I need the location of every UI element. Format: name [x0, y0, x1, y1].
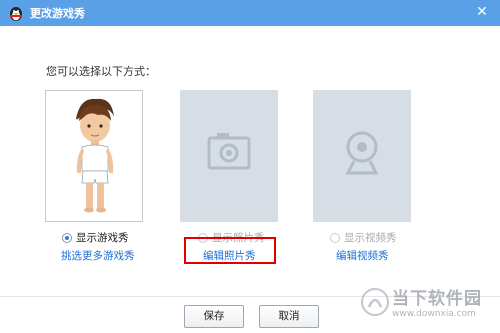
camera-icon [207, 133, 251, 170]
save-button[interactable]: 保存 [184, 305, 244, 328]
title-bar: 更改游戏秀 ✕ [0, 0, 500, 26]
radio-button[interactable] [62, 232, 72, 243]
game-show-card[interactable] [45, 90, 143, 222]
watermark: 当下软件园 www.downxia.com [358, 275, 498, 333]
highlight-annotation [184, 237, 276, 264]
edit-video-show-link[interactable]: 编辑视频秀 [336, 248, 389, 263]
video-show-card[interactable] [313, 90, 411, 222]
change-game-show-dialog: 更改游戏秀 ✕ 您可以选择以下方式： 显示游戏秀 显示照片秀 显示视频秀 挑选更… [0, 0, 500, 333]
pick-more-game-shows-link[interactable]: 挑选更多游戏秀 [61, 248, 135, 263]
close-button[interactable]: ✕ [474, 4, 490, 20]
radio-label: 显示游戏秀 [76, 232, 129, 244]
qq-penguin-icon [10, 7, 22, 21]
instruction-text: 您可以选择以下方式： [46, 65, 156, 78]
webcam-icon [345, 131, 379, 175]
watermark-logo-icon [361, 288, 389, 316]
radio-label: 显示视频秀 [344, 232, 397, 244]
cancel-button[interactable]: 取消 [259, 305, 319, 328]
radio-button[interactable] [330, 232, 340, 243]
radio-game-show[interactable]: 显示游戏秀 [62, 230, 129, 245]
radio-video-show[interactable]: 显示视频秀 [330, 230, 397, 245]
photo-show-card[interactable] [180, 90, 278, 222]
cartoon-boy-avatar [76, 98, 114, 213]
watermark-url: www.downxia.com [392, 309, 476, 319]
window-title: 更改游戏秀 [30, 7, 85, 20]
watermark-name: 当下软件园 [392, 289, 482, 309]
